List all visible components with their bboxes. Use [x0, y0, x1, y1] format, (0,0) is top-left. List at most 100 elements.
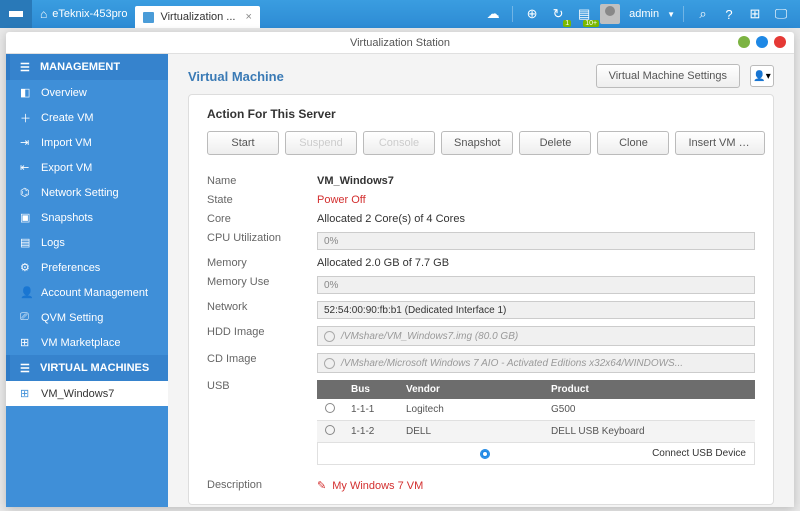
label-hdd: HDD Image: [207, 326, 317, 346]
label-name: Name: [207, 175, 317, 187]
sidebar: ☰MANAGEMENT ◧Overview ＋Create VM ⇥Import…: [6, 54, 168, 507]
cloud-icon[interactable]: ☁: [482, 3, 504, 25]
monitor-icon[interactable]: 🖵: [770, 3, 792, 25]
action-buttons: Start Suspend Console Snapshot Delete Cl…: [207, 131, 755, 155]
val-network: 52:54:00:90:fb:b1 (Dedicated Interface 1…: [317, 301, 755, 319]
plus-icon: ＋: [20, 110, 34, 126]
topbar: ⌂ eTeknix-453pro Virtualization ... × ☁ …: [0, 0, 800, 28]
refresh-icon[interactable]: ↻1: [547, 3, 569, 25]
label-description: Description: [207, 479, 317, 492]
insert-vm-drive-button[interactable]: Insert VM Dr...: [675, 131, 765, 155]
usb-table-header: Bus Vendor Product: [317, 380, 755, 399]
marketplace-icon: ⊞: [20, 336, 34, 349]
sidebar-item-import-vm[interactable]: ⇥Import VM: [6, 130, 168, 155]
notification-icon[interactable]: ▤10+: [573, 3, 595, 25]
badge-1: 1: [563, 20, 571, 27]
menu-button[interactable]: [0, 0, 32, 28]
window-minimize[interactable]: [738, 36, 750, 48]
plus-icon[interactable]: ⊕: [521, 3, 543, 25]
sidebar-item-create-vm[interactable]: ＋Create VM: [6, 105, 168, 130]
tab-close-icon[interactable]: ×: [245, 11, 251, 23]
sidebar-item-snapshots[interactable]: ▣Snapshots: [6, 205, 168, 230]
content: Virtual Machine Virtual Machine Settings…: [168, 54, 794, 507]
label-network: Network: [207, 301, 317, 319]
window-title: Virtualization Station: [350, 37, 450, 49]
sidebar-item-account[interactable]: 👤Account Management: [6, 280, 168, 305]
label-state: State: [207, 194, 317, 206]
snapshot-button[interactable]: Snapshot: [441, 131, 513, 155]
val-core: Allocated 2 Core(s) of 4 Cores: [317, 213, 755, 225]
list-icon: ☰: [20, 362, 34, 375]
user-icon[interactable]: [599, 3, 621, 25]
sidebar-item-marketplace[interactable]: ⊞VM Marketplace: [6, 330, 168, 355]
page-title: Virtual Machine: [188, 69, 284, 84]
connect-usb-button[interactable]: Connect USB Device: [317, 443, 755, 465]
label-memory: Memory: [207, 257, 317, 269]
preferences-icon: ⚙: [20, 261, 34, 274]
radio-selected-icon: [480, 449, 490, 459]
device-name: eTeknix-453pro: [52, 8, 127, 20]
home-icon: ⌂: [40, 7, 47, 21]
sidebar-item-network[interactable]: ⌬Network Setting: [6, 180, 168, 205]
hamburger-icon: [9, 11, 23, 17]
sidebar-item-vm-windows7[interactable]: ⊞VM_Windows7: [6, 381, 168, 406]
qvm-icon: ⎚: [20, 311, 34, 324]
radio-icon[interactable]: [325, 403, 335, 413]
usb-table: Bus Vendor Product 1-1-1 Logitech G500: [317, 380, 755, 465]
val-memory: Allocated 2.0 GB of 7.7 GB: [317, 257, 755, 269]
label-cpu: CPU Utilization: [207, 232, 317, 250]
start-button[interactable]: Start: [207, 131, 279, 155]
vm-windows-icon: ⊞: [20, 387, 34, 400]
list-icon: ☰: [20, 61, 34, 74]
sidebar-item-logs[interactable]: ▤Logs: [6, 230, 168, 255]
account-icon: 👤: [20, 286, 34, 299]
sidebar-item-preferences[interactable]: ⚙Preferences: [6, 255, 168, 280]
panel-title: Action For This Server: [207, 107, 755, 121]
sidebar-item-overview[interactable]: ◧Overview: [6, 80, 168, 105]
window-maximize[interactable]: [756, 36, 768, 48]
delete-button[interactable]: Delete: [519, 131, 591, 155]
user-dropdown[interactable]: 👤▾: [750, 65, 774, 87]
avatar-icon: [600, 4, 620, 24]
sidebar-header-management[interactable]: ☰MANAGEMENT: [6, 54, 168, 80]
description-field[interactable]: ✎ My Windows 7 VM: [317, 479, 423, 492]
logs-icon: ▤: [20, 236, 34, 249]
grid-icon[interactable]: ⊞: [744, 3, 766, 25]
usb-row[interactable]: 1-1-2 DELL DELL USB Keyboard: [317, 421, 755, 443]
pencil-icon: ✎: [317, 479, 326, 492]
cd-image-box[interactable]: /VMshare/Microsoft Windows 7 AIO - Activ…: [317, 353, 755, 373]
hdd-image-box[interactable]: /VMshare/VM_Windows7.img (80.0 GB): [317, 326, 755, 346]
val-state: Power Off: [317, 194, 755, 206]
console-button: Console: [363, 131, 435, 155]
cpu-bar: 0%: [317, 232, 755, 250]
breadcrumb[interactable]: ⌂ eTeknix-453pro: [32, 0, 135, 28]
usb-row[interactable]: 1-1-1 Logitech G500: [317, 399, 755, 421]
label-core: Core: [207, 213, 317, 225]
label-memuse: Memory Use: [207, 276, 317, 294]
window-close[interactable]: [774, 36, 786, 48]
admin-label: admin: [625, 8, 663, 20]
tab-virtualization[interactable]: Virtualization ... ×: [135, 6, 259, 28]
sidebar-header-vms[interactable]: ☰VIRTUAL MACHINES: [6, 355, 168, 381]
val-name: VM_Windows7: [317, 175, 755, 187]
disc-icon: [324, 358, 335, 369]
snapshot-icon: ▣: [20, 211, 34, 224]
vm-settings-button[interactable]: Virtual Machine Settings: [596, 64, 740, 88]
help-icon[interactable]: ?: [718, 3, 740, 25]
badge-10: 10+: [583, 20, 599, 27]
suspend-button: Suspend: [285, 131, 357, 155]
search-icon[interactable]: ⌕: [692, 3, 714, 25]
window-title-bar: Virtualization Station: [6, 32, 794, 54]
sidebar-item-export-vm[interactable]: ⇤Export VM: [6, 155, 168, 180]
clone-button[interactable]: Clone: [597, 131, 669, 155]
label-cd: CD Image: [207, 353, 317, 373]
label-usb: USB: [207, 380, 317, 465]
network-icon: ⌬: [20, 186, 34, 199]
chevron-down-icon[interactable]: ▼: [667, 10, 675, 19]
radio-icon[interactable]: [325, 425, 335, 435]
import-icon: ⇥: [20, 136, 34, 149]
tab-label: Virtualization ...: [160, 11, 235, 23]
app-window: Virtualization Station ☰MANAGEMENT ◧Over…: [6, 32, 794, 507]
sidebar-item-qvm[interactable]: ⎚QVM Setting: [6, 305, 168, 330]
vm-panel: Action For This Server Start Suspend Con…: [188, 94, 774, 505]
